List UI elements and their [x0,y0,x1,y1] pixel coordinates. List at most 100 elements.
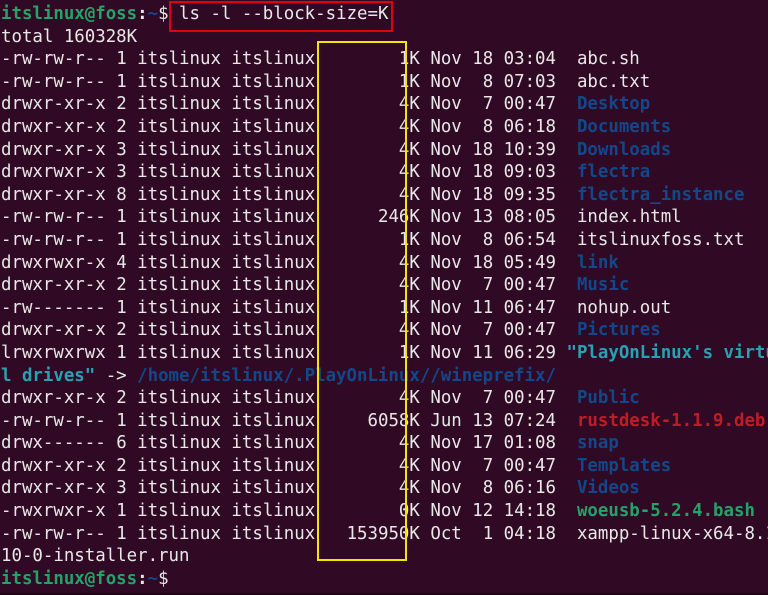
permissions: -rw-rw-r-- [1,71,106,92]
owner: itslinux [137,184,221,205]
owner: itslinux [137,433,221,454]
group: itslinux [231,71,316,92]
permissions: drwxr-xr-x [1,455,106,476]
prompt-path: ~ [147,568,159,589]
prompt-user-host: itslinux@foss [1,4,138,24]
modified-date: Nov 11 06:29 [430,342,556,363]
file-name: abc.txt [576,71,651,92]
link-count: 3 [116,139,127,160]
link-count: 2 [116,116,127,137]
permissions: -rw-rw-r-- [1,207,106,228]
group: itslinux [231,94,316,115]
owner: itslinux [137,410,221,431]
link-count: 1 [116,297,127,318]
file-name: flectra_instance [576,184,745,205]
permissions: drwxrwxr-x [1,162,106,183]
permissions: drwxr-xr-x [1,184,106,205]
modified-date: Nov 18 09:03 [430,162,556,183]
modified-date: Nov 8 06:18 [430,116,556,137]
modified-date: Nov 12 14:18 [430,501,556,522]
file-name: Pictures [576,320,661,341]
group: itslinux [231,184,316,205]
link-count: 1 [116,342,127,363]
group: itslinux [231,388,316,409]
owner: itslinux [137,116,221,137]
owner: itslinux [137,162,221,183]
modified-date: Nov 8 06:54 [430,229,556,250]
group: itslinux [231,116,316,137]
modified-date: Oct 1 04:18 [430,523,556,544]
modified-date: Nov 18 10:39 [430,139,556,160]
group: itslinux [231,162,316,183]
final-prompt-line[interactable]: itslinux@foss:~$ [1,568,768,591]
owner: itslinux [137,229,221,250]
file-name: link [576,252,619,273]
file-name: xampp-linux-x64-8.1. [576,523,768,544]
owner: itslinux [137,275,221,296]
prompt-user-host: itslinux@foss [1,568,138,589]
link-count: 1 [116,229,127,250]
file-name: flectra [576,162,651,183]
permissions: drwxr-xr-x [1,94,106,115]
group: itslinux [231,320,316,341]
owner: itslinux [137,139,221,160]
group: itslinux [231,478,316,499]
file-name: abc.sh [576,49,640,70]
link-count: 2 [116,94,127,115]
file-name: rustdesk-1.1.9.deb [576,410,766,431]
owner: itslinux [137,501,221,522]
file-name: Videos [576,478,640,499]
owner: itslinux [137,252,221,273]
link-count: 1 [116,501,127,522]
owner: itslinux [137,455,221,476]
group: itslinux [231,275,316,296]
modified-date: Nov 7 00:47 [430,94,556,115]
link-count: 2 [116,275,127,296]
file-name: Desktop [576,94,651,115]
link-count: 2 [116,320,127,341]
group: itslinux [231,455,316,476]
link-count: 6 [116,433,127,454]
group: itslinux [231,139,316,160]
permissions: drwxr-xr-x [1,116,106,137]
modified-date: Nov 18 05:49 [430,252,556,273]
permissions: drwxr-xr-x [1,320,106,341]
file-name: "PlayOnLinux's virtua [566,342,768,363]
group: itslinux [231,433,316,454]
permissions: drwxr-xr-x [1,139,106,160]
permissions: drwxr-xr-x [1,478,106,499]
link-count: 8 [116,184,127,205]
file-name: snap [576,433,619,454]
modified-date: Nov 7 00:47 [430,275,556,296]
permissions: -rw------- [1,297,106,318]
file-name: Templates [576,455,672,476]
owner: itslinux [137,388,221,409]
group: itslinux [231,342,316,363]
link-count: 2 [116,388,127,409]
modified-date: Nov 8 07:03 [430,71,556,92]
link-count: 3 [116,478,127,499]
file-name-wrap: l drives" [1,365,96,386]
link-count: 3 [116,162,127,183]
prompt-separator: : [137,4,148,24]
group: itslinux [231,207,316,228]
file-name: Music [576,275,630,296]
link-count: 1 [116,523,127,544]
owner: itslinux [137,523,221,544]
owner: itslinux [137,320,221,341]
file-name: woeusb-5.2.4.bash [576,501,755,522]
owner: itslinux [137,297,221,318]
group: itslinux [231,252,316,273]
modified-date: Nov 17 01:08 [430,433,556,454]
file-name: Public [576,388,640,409]
command-highlight-box [169,1,393,32]
group: itslinux [231,523,316,544]
permissions: drwxrwxr-x [1,252,106,273]
owner: itslinux [137,94,221,115]
file-name: nohup.out [576,297,672,318]
group: itslinux [231,49,316,70]
size-column-highlight-box [317,41,407,561]
prompt-path: ~ [147,4,159,24]
group: itslinux [231,297,316,318]
owner: itslinux [137,342,221,363]
